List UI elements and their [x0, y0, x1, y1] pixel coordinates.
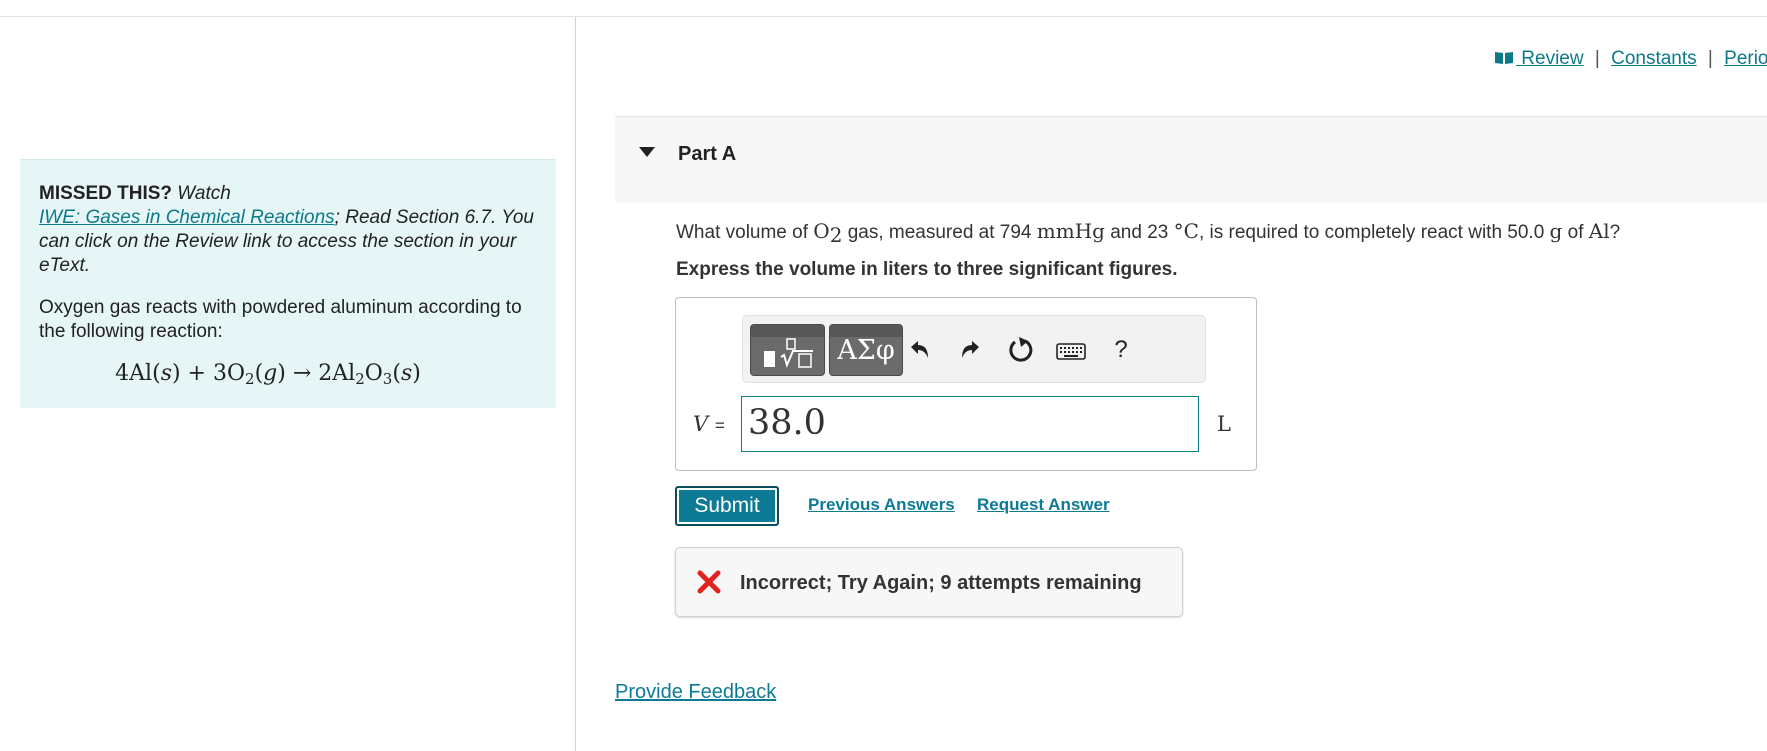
greek-symbols-button[interactable]: ΑΣφ: [829, 324, 903, 376]
help-button[interactable]: ?: [1103, 332, 1139, 368]
templates-button[interactable]: [750, 324, 825, 376]
book-icon: [1495, 52, 1513, 64]
math-toolbar: ΑΣφ ?: [742, 315, 1206, 383]
part-a-header[interactable]: Part A: [615, 116, 1767, 203]
previous-answers-link[interactable]: Previous Answers: [808, 495, 955, 515]
video-link[interactable]: IWE: Gases in Chemical Reactions: [39, 207, 335, 228]
x-icon: [697, 570, 721, 594]
greek-label: ΑΣφ: [837, 335, 895, 366]
column-divider: [575, 17, 576, 751]
review-link[interactable]: Review: [1494, 48, 1584, 69]
redo-icon[interactable]: [953, 332, 989, 368]
periodic-table-link[interactable]: Perio: [1724, 48, 1767, 69]
collapse-caret-icon[interactable]: [639, 147, 655, 157]
feedback-box: Incorrect; Try Again; 9 attempts remaini…: [675, 547, 1183, 617]
request-answer-link[interactable]: Request Answer: [977, 495, 1110, 515]
watch-text: Watch: [177, 183, 231, 204]
unit-label: L: [1217, 412, 1231, 436]
top-rule: [0, 16, 1767, 17]
submit-button[interactable]: Submit: [675, 486, 779, 526]
missed-this-label: MISSED THIS?: [39, 183, 173, 204]
link-separator: |: [1707, 48, 1713, 69]
keyboard-icon[interactable]: [1053, 332, 1089, 368]
hint-missed-paragraph: MISSED THIS? Watch IWE: Gases in Chemica…: [39, 182, 537, 278]
undo-icon[interactable]: [901, 332, 937, 368]
hint-panel: MISSED THIS? Watch IWE: Gases in Chemica…: [20, 159, 556, 408]
part-title: Part A: [678, 143, 737, 165]
sqrt-template-icon: [764, 338, 813, 368]
variable-label: V =: [693, 412, 725, 436]
chemical-equation: 4Al(s) + 3O2(g) → 2Al2O3(s): [115, 361, 421, 389]
answer-instruction: Express the volume in liters to three si…: [676, 259, 1178, 280]
reset-icon[interactable]: [1003, 332, 1039, 368]
question-text: What volume of O2 gas, measured at 794 m…: [676, 219, 1621, 247]
resource-links: Review | Constants | Perio: [1494, 48, 1767, 70]
link-separator: |: [1594, 48, 1600, 69]
reaction-description: Oxygen gas reacts with powdered aluminum…: [39, 297, 522, 342]
answer-input[interactable]: 38.0: [741, 396, 1199, 452]
feedback-message: Incorrect; Try Again; 9 attempts remaini…: [740, 572, 1142, 594]
constants-link[interactable]: Constants: [1611, 48, 1697, 69]
provide-feedback-link[interactable]: Provide Feedback: [615, 681, 776, 704]
answer-box: ΑΣφ ? V = 38.0 L: [675, 297, 1257, 471]
